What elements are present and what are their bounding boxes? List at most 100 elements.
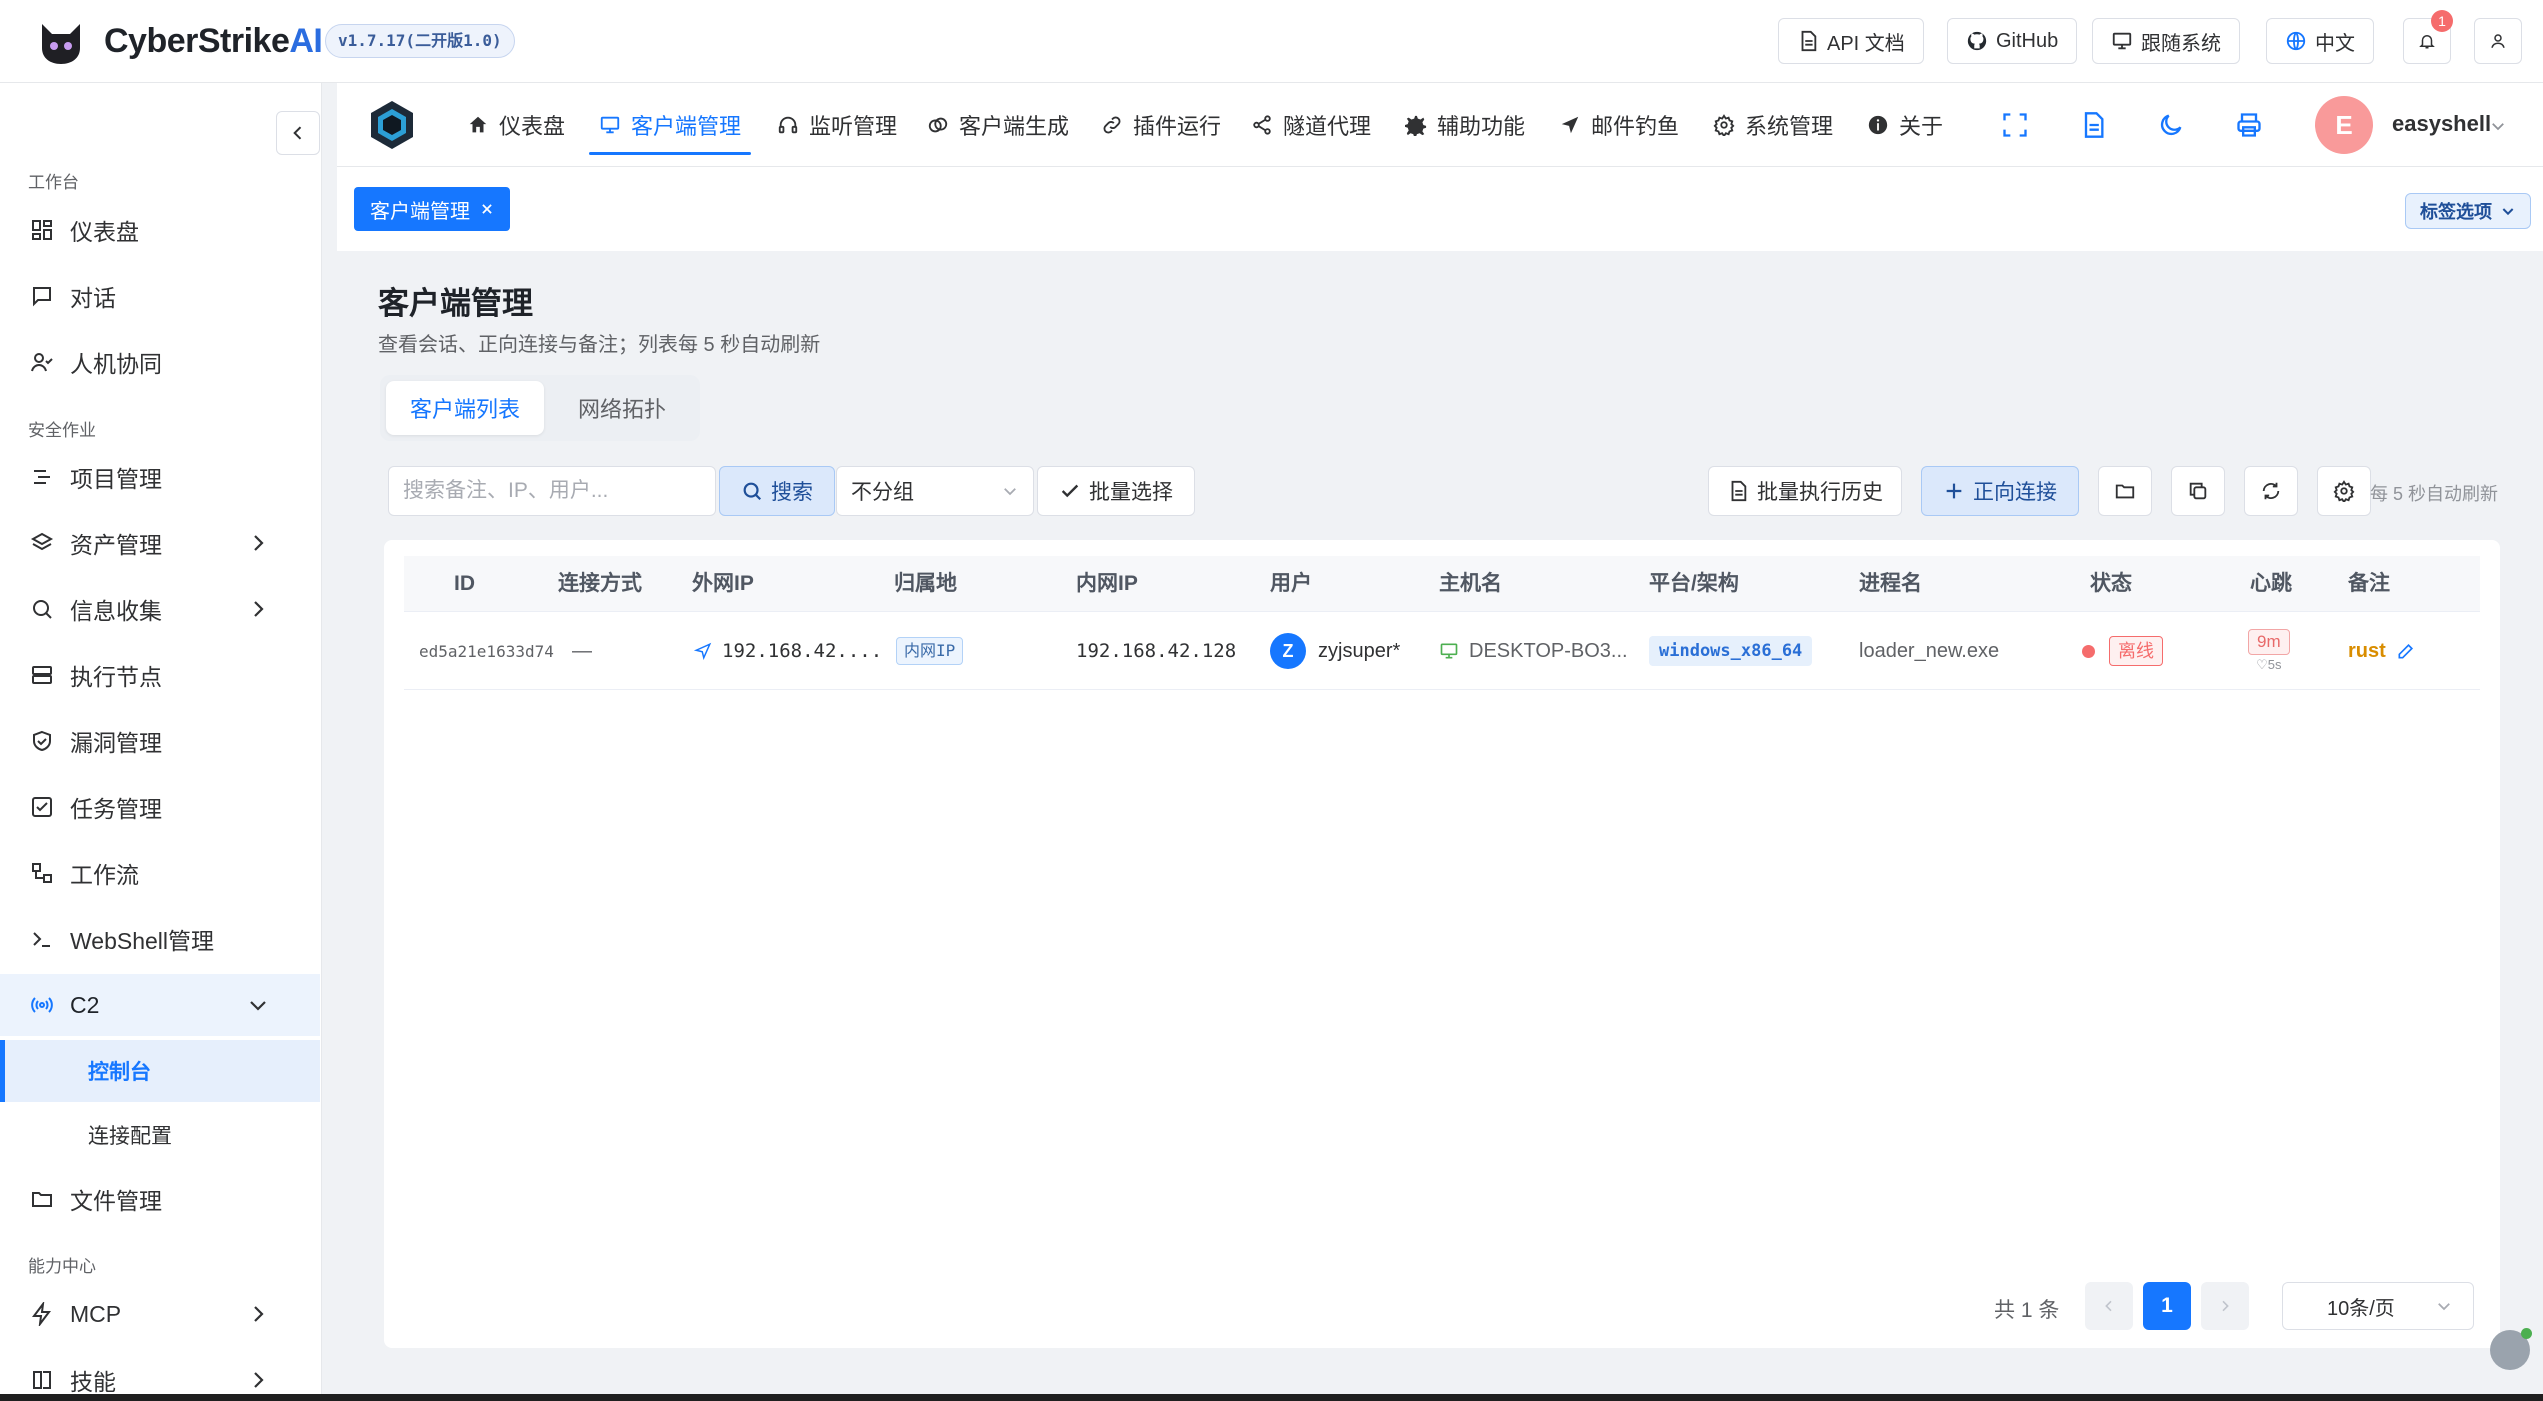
- group-select[interactable]: 不分组: [836, 466, 1034, 516]
- refresh-icon: [2262, 482, 2280, 500]
- sidebar-item-assets[interactable]: 资产管理: [0, 512, 320, 574]
- tab-client-generate[interactable]: 客户端生成: [927, 83, 1069, 167]
- column-header[interactable]: 状态: [2090, 556, 2132, 612]
- tab-listener-management[interactable]: 监听管理: [777, 83, 897, 167]
- left-sidebar: 工作台 仪表盘 对话 人机协同 安全作业 项目管理 资产管理 信息收集 执行节点…: [0, 83, 322, 1401]
- location-tag: 内网IP: [896, 637, 964, 665]
- tab-phishing[interactable]: 邮件钓鱼: [1559, 83, 1679, 167]
- search-button[interactable]: 搜索: [719, 466, 835, 516]
- sidebar-item-exec-nodes[interactable]: 执行节点: [0, 644, 320, 706]
- page-subtitle: 查看会话、正向连接与备注；列表每 5 秒自动刷新: [378, 334, 821, 356]
- module-nav-bar: 仪表盘 客户端管理 监听管理 客户端生成 插件运行 隧道代理 辅助功能 邮件钓鱼…: [337, 83, 2543, 167]
- sidebar-item-dashboard[interactable]: 仪表盘: [0, 199, 320, 261]
- assistant-bot-icon[interactable]: [2490, 1328, 2532, 1370]
- top-app-bar: CyberStrikeAI v1.7.17(二开版1.0) API 文档 Git…: [0, 0, 2543, 83]
- tab-dashboard[interactable]: 仪表盘: [467, 83, 565, 167]
- search-icon: [28, 595, 56, 623]
- sidebar-item-webshell[interactable]: WebShell管理: [0, 908, 320, 970]
- monitor-icon: [1440, 643, 1458, 659]
- server-icon: [28, 661, 56, 689]
- sidebar-item-chat[interactable]: 对话: [0, 265, 320, 327]
- forward-connect-button[interactable]: 正向连接: [1921, 466, 2079, 516]
- column-header[interactable]: 进程名: [1859, 556, 1922, 612]
- tab-plugin-run[interactable]: 插件运行: [1101, 83, 1221, 167]
- tab-tunnel-proxy[interactable]: 隧道代理: [1251, 83, 1371, 167]
- tab-about[interactable]: 关于: [1867, 83, 1943, 167]
- tab-auxiliary[interactable]: 辅助功能: [1405, 83, 1525, 167]
- sidebar-item-hitl[interactable]: 人机协同: [0, 331, 320, 393]
- sidebar-collapse-button[interactable]: [276, 111, 320, 155]
- client-id: ed5a21e1633d74: [419, 641, 554, 661]
- sidebar-item-tasks[interactable]: 任务管理: [0, 776, 320, 838]
- settings-button[interactable]: [2317, 466, 2371, 516]
- column-header[interactable]: 用户: [1270, 556, 1312, 612]
- copy-button[interactable]: [2171, 466, 2225, 516]
- version-badge: v1.7.17(二开版1.0): [325, 24, 515, 58]
- notification-count-badge: 1: [2431, 10, 2453, 32]
- search-icon: [743, 482, 762, 501]
- batch-select-button[interactable]: 批量选择: [1037, 466, 1195, 516]
- user-menu-button[interactable]: [2474, 18, 2522, 64]
- status-badge: 离线: [2109, 636, 2163, 666]
- column-header[interactable]: 主机名: [1439, 556, 1502, 612]
- sidebar-item-c2[interactable]: C2: [0, 974, 320, 1036]
- table-row[interactable]: ed5a21e1633d74 — 192.168.42.... 内网IP 192…: [404, 612, 2480, 690]
- printer-icon[interactable]: [2235, 111, 2263, 139]
- avatar[interactable]: E: [2315, 96, 2373, 154]
- api-docs-button[interactable]: API 文档: [1778, 18, 1924, 64]
- tab-network-topology[interactable]: 网络拓扑: [550, 381, 694, 435]
- terminal-icon: [28, 925, 56, 953]
- follow-system-button[interactable]: 跟随系统: [2092, 18, 2240, 64]
- github-button[interactable]: GitHub: [1947, 18, 2078, 64]
- chevron-down-icon[interactable]: [2489, 117, 2507, 135]
- column-header[interactable]: 外网IP: [692, 556, 754, 612]
- chevron-right-icon: [2222, 1300, 2229, 1312]
- username[interactable]: easyshell: [2392, 111, 2491, 137]
- next-page-button[interactable]: [2201, 1282, 2249, 1330]
- gear-icon: [2333, 480, 2355, 502]
- sidebar-item-workflow[interactable]: 工作流: [0, 842, 320, 904]
- notifications-button[interactable]: 1: [2403, 10, 2453, 64]
- note-text: rust: [2348, 639, 2386, 662]
- column-header[interactable]: ID: [454, 556, 475, 612]
- sidebar-item-vulns[interactable]: 漏洞管理: [0, 710, 320, 772]
- tab-client-list[interactable]: 客户端列表: [386, 381, 544, 435]
- sidebar-item-recon[interactable]: 信息收集: [0, 578, 320, 640]
- chevron-right-icon: [254, 1372, 264, 1388]
- sidebar-item-mcp[interactable]: MCP: [0, 1283, 320, 1345]
- edit-icon[interactable]: [2396, 641, 2416, 661]
- column-header[interactable]: 备注: [2348, 556, 2390, 612]
- prev-page-button[interactable]: [2085, 1282, 2133, 1330]
- user-cell: Z zyjsuper*: [1270, 612, 1400, 690]
- sidebar-item-c2-console[interactable]: 控制台: [0, 1040, 320, 1102]
- sidebar-item-files[interactable]: 文件管理: [0, 1168, 320, 1230]
- column-header[interactable]: 心跳: [2250, 556, 2292, 612]
- column-header[interactable]: 内网IP: [1076, 556, 1138, 612]
- sidebar-item-projects[interactable]: 项目管理: [0, 446, 320, 508]
- search-input[interactable]: [388, 466, 716, 516]
- document-icon[interactable]: [2079, 111, 2107, 139]
- tab-client-management[interactable]: 客户端管理: [588, 83, 752, 167]
- folder-icon: [28, 1185, 56, 1213]
- book-icon: [28, 1366, 56, 1394]
- headphones-icon: [778, 116, 798, 134]
- refresh-button[interactable]: [2244, 466, 2298, 516]
- sidebar-item-c2-conn-config[interactable]: 连接配置: [0, 1104, 320, 1166]
- tag-options-button[interactable]: 标签选项: [2405, 193, 2531, 229]
- page-number-button[interactable]: 1: [2143, 1282, 2191, 1330]
- fullscreen-icon[interactable]: [2001, 111, 2029, 139]
- column-header[interactable]: 连接方式: [558, 556, 642, 612]
- folder-button[interactable]: [2098, 466, 2152, 516]
- chevron-right-icon: [254, 601, 264, 617]
- moon-icon[interactable]: [2157, 111, 2185, 139]
- close-icon[interactable]: [480, 202, 494, 216]
- chevron-down-icon: [2502, 208, 2514, 216]
- private-ip: 192.168.42.128: [1076, 640, 1237, 662]
- column-header[interactable]: 平台/架构: [1649, 556, 1739, 612]
- tab-system-management[interactable]: 系统管理: [1713, 83, 1833, 167]
- column-header[interactable]: 归属地: [894, 556, 957, 612]
- batch-history-button[interactable]: 批量执行历史: [1708, 466, 1902, 516]
- page-size-select[interactable]: 10条/页: [2282, 1282, 2474, 1330]
- language-button[interactable]: 中文: [2266, 18, 2374, 64]
- open-page-tag[interactable]: 客户端管理: [354, 187, 510, 231]
